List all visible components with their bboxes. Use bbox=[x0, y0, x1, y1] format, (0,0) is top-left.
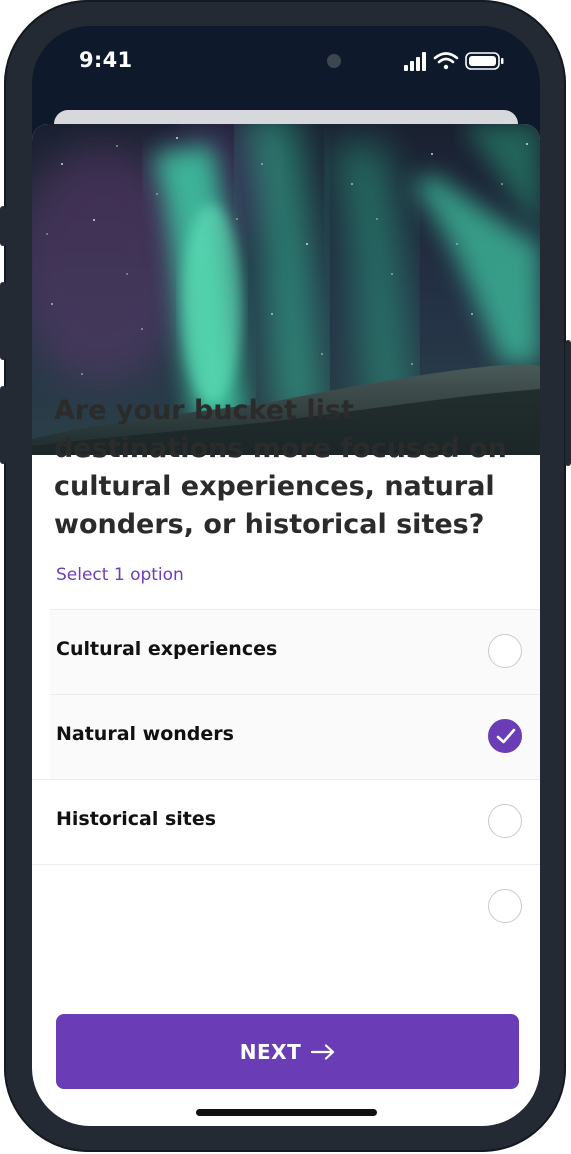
option-historical-sites[interactable]: Historical sites bbox=[32, 779, 540, 864]
arrow-right-icon bbox=[311, 1043, 335, 1060]
status-time: 9:41 bbox=[79, 48, 133, 72]
phone-side-button bbox=[565, 340, 571, 466]
status-icons bbox=[404, 51, 510, 71]
option-list: Cultural experiences Natural wonders His… bbox=[32, 609, 540, 949]
home-indicator[interactable] bbox=[196, 1109, 377, 1116]
radio-unchecked-icon[interactable] bbox=[488, 634, 522, 668]
radio-checked-icon[interactable] bbox=[488, 719, 522, 753]
next-button-label: NEXT bbox=[239, 1039, 302, 1064]
phone-side-button bbox=[0, 282, 6, 360]
front-camera bbox=[327, 54, 341, 68]
option-partially-hidden[interactable] bbox=[32, 864, 540, 949]
battery-icon bbox=[465, 52, 504, 70]
wifi-icon bbox=[433, 52, 459, 70]
question-title: Are your bucket list destinations more f… bbox=[54, 395, 507, 540]
signal-icon bbox=[404, 52, 426, 71]
next-button[interactable]: NEXT bbox=[56, 1014, 519, 1089]
radio-unchecked-icon[interactable] bbox=[488, 889, 522, 923]
option-cultural-experiences[interactable]: Cultural experiences bbox=[50, 609, 540, 694]
selection-hint: Select 1 option bbox=[56, 565, 184, 585]
radio-unchecked-icon[interactable] bbox=[488, 804, 522, 838]
option-label: Historical sites bbox=[56, 808, 217, 830]
phone-side-button bbox=[0, 386, 6, 464]
option-label: Natural wonders bbox=[56, 723, 234, 745]
option-natural-wonders[interactable]: Natural wonders bbox=[50, 694, 540, 779]
option-label: Cultural experiences bbox=[56, 638, 278, 660]
phone-screen: 9:41 Are your bucket list destinations m… bbox=[32, 26, 540, 1126]
status-bar: 9:41 bbox=[32, 26, 540, 96]
phone-side-button bbox=[0, 206, 6, 246]
